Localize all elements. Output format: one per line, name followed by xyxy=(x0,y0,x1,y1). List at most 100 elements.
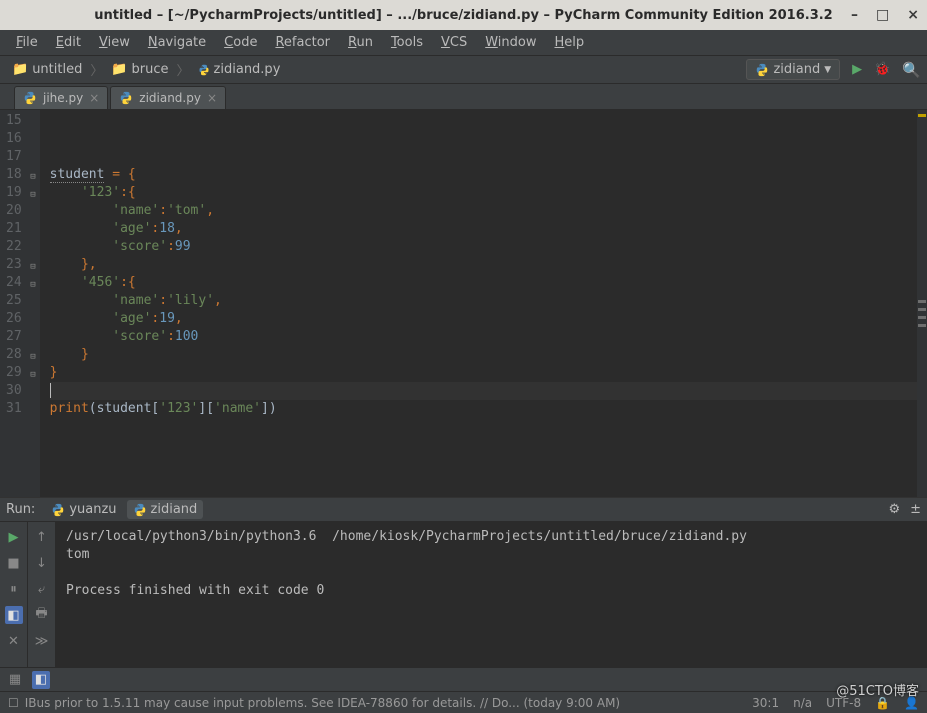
stripe-mark-icon xyxy=(918,316,926,319)
stripe-mark-icon xyxy=(918,324,926,327)
code-line[interactable]: } xyxy=(50,364,927,382)
status-bar: ☐ IBus prior to 1.5.11 may cause input p… xyxy=(0,691,927,713)
breadcrumb-bruce[interactable]: 📁 bruce xyxy=(105,60,174,79)
close-run-button[interactable]: ✕ xyxy=(5,632,23,650)
menu-help[interactable]: Help xyxy=(547,32,593,53)
code-line[interactable] xyxy=(50,382,927,400)
stop-button[interactable]: ■ xyxy=(5,554,23,572)
hector-icon[interactable]: 👤 xyxy=(904,696,919,710)
run-tab-label: zidiand xyxy=(151,502,198,517)
fold-icon[interactable]: ⊟ xyxy=(30,276,35,294)
fold-icon[interactable]: ⊟ xyxy=(30,258,35,276)
breadcrumb-zidiand-py[interactable]: zidiand.py xyxy=(192,60,287,79)
code-body[interactable]: student = { '123':{ 'name':'tom', 'age':… xyxy=(40,110,927,497)
code-line[interactable]: }, xyxy=(50,256,927,274)
menu-vcs[interactable]: VCS xyxy=(433,32,475,53)
fold-icon[interactable]: ⊟ xyxy=(30,186,35,204)
menu-tools[interactable]: Tools xyxy=(383,32,431,53)
breadcrumbs: 📁untitled〉📁bruce〉zidiand.py xyxy=(6,60,286,79)
run-tab-zidiand[interactable]: zidiand xyxy=(127,500,204,519)
close-tab-icon[interactable]: × xyxy=(207,91,217,105)
menu-file[interactable]: File xyxy=(8,32,46,53)
line-gutter: 15161718⊟19⊟20212223⊟24⊟25262728⊟29⊟3031 xyxy=(0,110,40,497)
run-tab-yuanzu[interactable]: yuanzu xyxy=(45,500,122,519)
code-line[interactable]: 'name':'lily', xyxy=(50,292,927,310)
menu-run[interactable]: Run xyxy=(340,32,381,53)
menu-refactor[interactable]: Refactor xyxy=(267,32,338,53)
close-icon[interactable]: × xyxy=(907,7,919,23)
wrap-icon[interactable]: ⤶ xyxy=(33,580,51,598)
code-line[interactable]: print(student['123']['name']) xyxy=(50,400,927,418)
hide-icon[interactable]: ± xyxy=(910,502,921,517)
code-line[interactable]: 'age':19, xyxy=(50,310,927,328)
up-arrow-icon[interactable]: ↑ xyxy=(33,528,51,546)
gear-icon[interactable]: ⚙ xyxy=(888,502,900,517)
navigation-bar: 📁untitled〉📁bruce〉zidiand.py zidiand ▼ ▶ … xyxy=(0,56,927,84)
title-bar: untitled – [~/PycharmProjects/untitled] … xyxy=(0,0,927,30)
more-icon[interactable]: ≫ xyxy=(33,632,51,650)
chevron-down-icon: ▼ xyxy=(824,65,831,75)
code-line[interactable] xyxy=(50,148,927,166)
editor-tab-jihe-py[interactable]: jihe.py × xyxy=(14,86,108,109)
down-arrow-icon[interactable]: ↓ xyxy=(33,554,51,572)
code-line[interactable]: student = { xyxy=(50,166,927,184)
run-button[interactable]: ▶ xyxy=(852,62,862,77)
debug-button[interactable]: 🐞 xyxy=(874,62,890,77)
stripe-mark-icon xyxy=(918,300,926,303)
bottom-tool-row: ▦ ◧ xyxy=(0,667,927,691)
pause-button[interactable]: ⏸ xyxy=(5,580,23,598)
python-icon xyxy=(119,91,133,105)
insert-indicator: n/a xyxy=(793,696,812,710)
menu-edit[interactable]: Edit xyxy=(48,32,89,53)
folder-icon: 📁 xyxy=(111,62,127,77)
editor[interactable]: 15161718⊟19⊟20212223⊟24⊟25262728⊟29⊟3031… xyxy=(0,110,927,497)
tool-button-selected[interactable]: ◧ xyxy=(32,671,50,689)
menu-navigate[interactable]: Navigate xyxy=(140,32,214,53)
close-tab-icon[interactable]: × xyxy=(89,91,99,105)
tool-button[interactable]: ▦ xyxy=(6,671,24,689)
minimize-icon[interactable]: – xyxy=(851,7,858,23)
breadcrumb-untitled[interactable]: 📁untitled xyxy=(6,60,88,79)
run-configuration-dropdown[interactable]: zidiand ▼ xyxy=(746,59,840,80)
breadcrumb-label: bruce xyxy=(132,62,169,77)
code-line[interactable]: 'score':99 xyxy=(50,238,927,256)
run-output[interactable]: /usr/local/python3/bin/python3.6 /home/k… xyxy=(56,522,927,667)
rerun-button[interactable]: ▶ xyxy=(5,528,23,546)
tab-label: jihe.py xyxy=(43,91,83,105)
pin-button[interactable]: ◧ xyxy=(5,606,23,624)
code-line[interactable]: 'age':18, xyxy=(50,220,927,238)
fold-icon[interactable]: ⊟ xyxy=(30,168,35,186)
code-line[interactable]: } xyxy=(50,346,927,364)
encoding-indicator[interactable]: UTF-8 xyxy=(826,696,861,710)
line-col-indicator[interactable]: 30:1 xyxy=(752,696,779,710)
search-icon[interactable]: 🔍 xyxy=(902,61,921,79)
code-line[interactable]: '123':{ xyxy=(50,184,927,202)
code-line[interactable]: '456':{ xyxy=(50,274,927,292)
error-stripe xyxy=(917,110,927,497)
python-icon xyxy=(755,63,769,77)
run-header: Run: yuanzuzidiand ⚙ ± xyxy=(0,498,927,522)
lock-icon[interactable]: 🔒 xyxy=(875,696,890,710)
menu-view[interactable]: View xyxy=(91,32,138,53)
code-line[interactable]: 'score':100 xyxy=(50,328,927,346)
chevron-right-icon: 〉 xyxy=(88,60,105,79)
code-line[interactable] xyxy=(50,130,927,148)
menu-code[interactable]: Code xyxy=(216,32,265,53)
editor-tabs: jihe.py×zidiand.py× xyxy=(0,84,927,110)
window-controls: – □ × xyxy=(851,7,919,23)
editor-tab-zidiand-py[interactable]: zidiand.py× xyxy=(110,86,226,109)
run-tool-window: Run: yuanzuzidiand ⚙ ± ▶ ■ ⏸ ◧ ✕ ↑ ↓ ⤶ 🖶… xyxy=(0,497,927,667)
status-message: IBus prior to 1.5.11 may cause input pro… xyxy=(25,696,620,710)
fold-icon[interactable]: ⊟ xyxy=(30,348,35,366)
fold-icon[interactable]: ⊟ xyxy=(30,366,35,384)
code-line[interactable] xyxy=(50,112,927,130)
menu-window[interactable]: Window xyxy=(477,32,544,53)
python-icon xyxy=(51,503,65,517)
python-icon xyxy=(23,91,37,105)
code-line[interactable]: 'name':'tom', xyxy=(50,202,927,220)
maximize-icon[interactable]: □ xyxy=(876,7,889,23)
stripe-warning-icon xyxy=(918,114,926,117)
event-log-icon[interactable]: ☐ xyxy=(8,696,19,710)
run-tab-label: yuanzu xyxy=(69,502,116,517)
print-icon[interactable]: 🖶 xyxy=(33,606,51,624)
